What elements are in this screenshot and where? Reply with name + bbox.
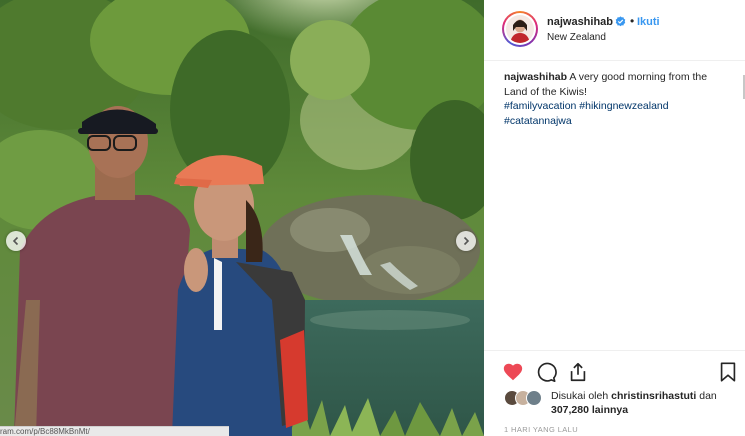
likes-joiner: dan — [699, 390, 717, 402]
avatar-image — [504, 13, 536, 45]
post-header: najwashihab • Ikuti New Zealand — [484, 0, 745, 61]
previous-photo-button[interactable] — [6, 231, 26, 251]
hashtag[interactable]: #familyvacation — [504, 100, 576, 112]
post-location[interactable]: New Zealand — [547, 32, 606, 43]
chevron-left-icon — [12, 236, 19, 246]
post-timestamp[interactable]: 1 HARI YANG LALU — [504, 425, 578, 434]
likes-count[interactable]: 307,280 — [551, 404, 589, 416]
follow-button[interactable]: Ikuti — [637, 16, 660, 28]
status-url-bar: ram.com/p/Bc88MkBnMt/ — [0, 426, 229, 436]
avatar — [526, 390, 542, 406]
like-button[interactable] — [502, 361, 524, 383]
post-photo[interactable]: ram.com/p/Bc88MkBnMt/ — [0, 0, 484, 436]
verified-badge-icon — [615, 16, 626, 27]
post-image — [0, 0, 484, 436]
likes-text: Disukai oleh christinsrihastuti dan 307,… — [551, 389, 745, 417]
next-photo-button[interactable] — [456, 231, 476, 251]
post-side-panel: najwashihab • Ikuti New Zealand najwashi… — [484, 0, 745, 436]
comment-button[interactable] — [535, 361, 557, 383]
avatar[interactable] — [502, 11, 538, 47]
bookmark-icon — [720, 362, 736, 382]
chevron-right-icon — [463, 236, 470, 246]
separator-dot: • — [630, 14, 635, 28]
likes-summary: Disukai oleh christinsrihastuti dan 307,… — [504, 387, 744, 417]
save-button[interactable] — [717, 361, 739, 383]
post-caption: najwashihab A very good morning from the… — [504, 70, 716, 128]
likes-prefix: Disukai oleh — [551, 390, 609, 402]
share-icon — [570, 362, 586, 382]
heart-icon — [503, 363, 523, 381]
profile-photo-icon — [506, 15, 534, 43]
caption-username[interactable]: najwashihab — [504, 71, 567, 83]
share-button[interactable] — [567, 361, 589, 383]
liker-username[interactable]: christinsrihastuti — [611, 390, 696, 402]
hashtag[interactable]: #catatannajwa — [504, 115, 572, 127]
likes-suffix[interactable]: lainnya — [592, 404, 628, 416]
liker-avatars[interactable] — [504, 390, 548, 406]
post-username[interactable]: najwashihab — [547, 16, 613, 28]
hashtag[interactable]: #hikingnewzealand — [579, 100, 668, 112]
comment-icon — [537, 362, 557, 382]
